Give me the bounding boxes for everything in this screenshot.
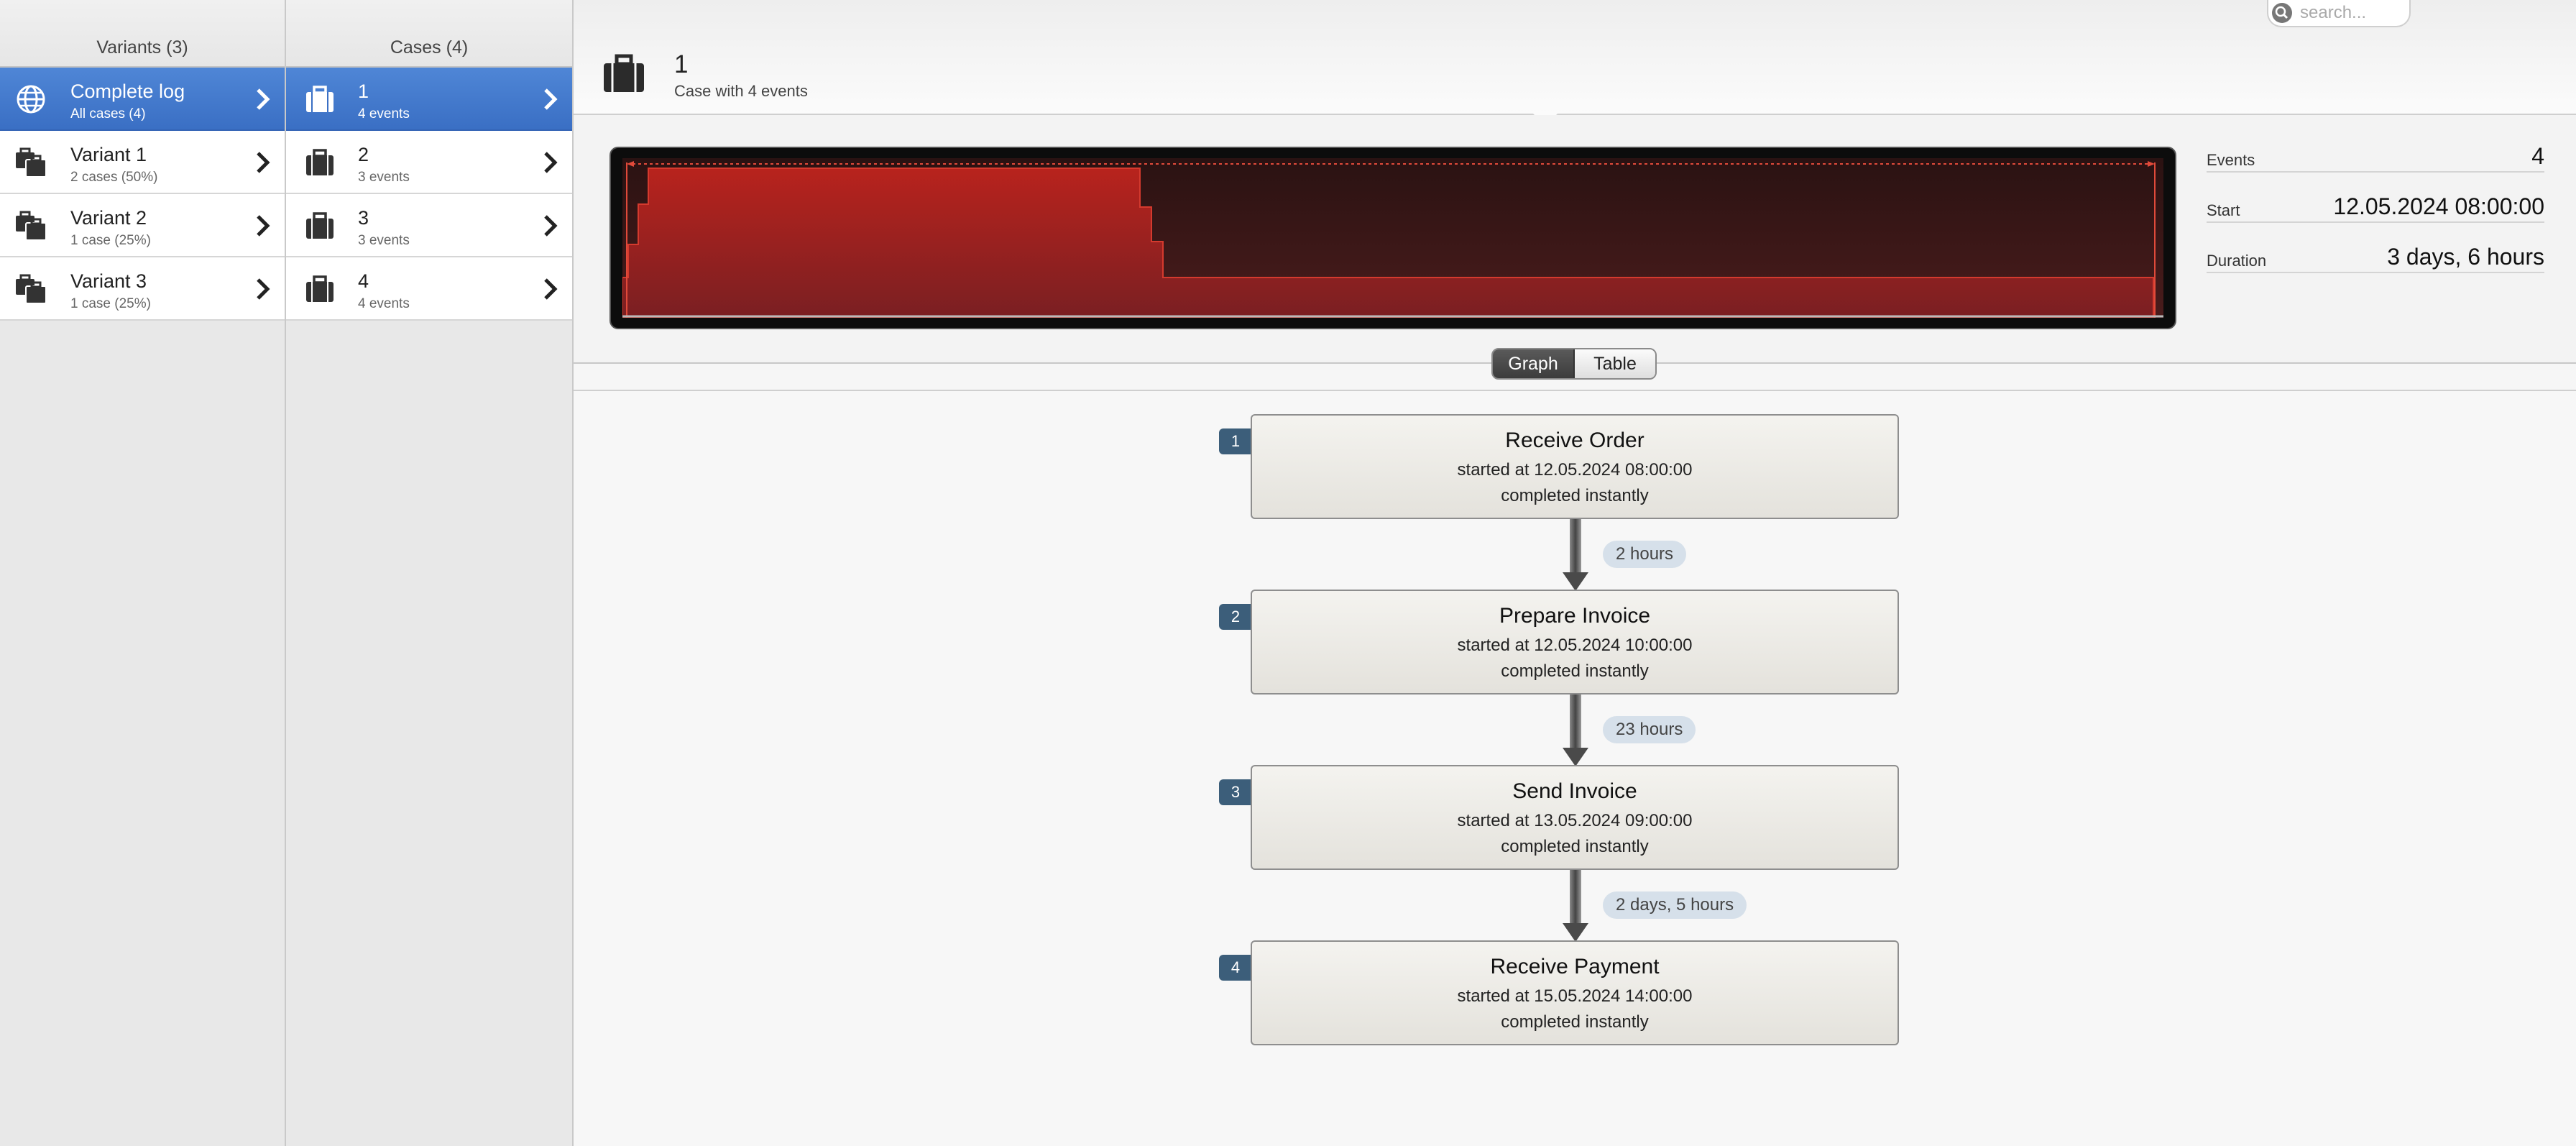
chevron-right-icon <box>254 150 272 175</box>
duration-label: 23 hours <box>1603 716 1696 743</box>
case-detail-panel: 1 Case with 4 events search... Events 4 … <box>574 0 2576 1146</box>
view-toggle: Graph Table <box>1491 348 1657 380</box>
variant-title: Variant 1 <box>70 144 147 165</box>
event-index-badge: 3 <box>1219 779 1252 805</box>
connector-arrow <box>1558 870 1593 942</box>
event-completion: completed instantly <box>1501 486 1649 505</box>
event-index-badge: 4 <box>1219 955 1252 981</box>
event-index-badge: 1 <box>1219 428 1252 454</box>
variant-title: Variant 3 <box>70 270 147 292</box>
briefcases-icon <box>14 210 47 242</box>
case-overview: Events 4 Start 12.05.2024 08:00:00 Durat… <box>574 115 2576 364</box>
event-start: started at 12.05.2024 08:00:00 <box>1457 460 1693 480</box>
event-node-send-invoice[interactable]: Send Invoice started at 13.05.2024 09:00… <box>1251 765 1899 870</box>
case-title: 4 <box>358 270 369 292</box>
stat-events-value: 4 <box>2531 143 2544 169</box>
case-title: 1 <box>358 81 369 102</box>
event-name: Receive Payment <box>1490 955 1660 978</box>
event-index-badge: 2 <box>1219 604 1252 630</box>
event-start: started at 15.05.2024 14:00:00 <box>1457 986 1693 1006</box>
case-subtitle: 4 events <box>358 106 410 122</box>
event-name: Receive Order <box>1505 428 1644 452</box>
stat-duration-value: 3 days, 6 hours <box>2387 244 2544 270</box>
process-graph: 1 Receive Order started at 12.05.2024 08… <box>574 390 2576 1146</box>
case-title: 1 <box>674 50 689 78</box>
connector-arrow <box>1558 519 1593 591</box>
case-timeline[interactable] <box>610 147 2176 329</box>
stat-start-label: Start <box>2207 201 2240 219</box>
tab-graph[interactable]: Graph <box>1493 349 1575 378</box>
cases-header: Cases (4) <box>286 0 572 68</box>
event-node-receive-payment[interactable]: Receive Payment started at 15.05.2024 14… <box>1251 940 1899 1045</box>
event-node-receive-order[interactable]: Receive Order started at 12.05.2024 08:0… <box>1251 414 1899 519</box>
variant-subtitle: 1 case (25%) <box>70 296 151 311</box>
tab-table[interactable]: Table <box>1575 349 1655 378</box>
briefcase-icon <box>303 147 336 178</box>
briefcases-icon <box>14 147 47 178</box>
globe-icon <box>14 83 47 115</box>
chevron-right-icon <box>542 277 559 301</box>
chevron-right-icon <box>254 277 272 301</box>
variant-item-complete-log[interactable]: Complete log All cases (4) <box>0 68 285 131</box>
chevron-right-icon <box>542 87 559 111</box>
stat-duration-label: Duration <box>2207 252 2267 270</box>
case-title: 3 <box>358 207 369 229</box>
case-item-2[interactable]: 2 3 events <box>286 131 572 194</box>
event-name: Prepare Invoice <box>1499 604 1651 628</box>
event-completion: completed instantly <box>1501 1012 1649 1032</box>
briefcase-icon <box>303 210 336 242</box>
variant-item-1[interactable]: Variant 1 2 cases (50%) <box>0 131 285 194</box>
duration-label: 2 hours <box>1603 541 1687 568</box>
case-subtitle: Case with 4 events <box>674 82 808 100</box>
event-node-prepare-invoice[interactable]: Prepare Invoice started at 12.05.2024 10… <box>1251 590 1899 695</box>
stat-events: Events 4 <box>2207 143 2544 173</box>
variant-item-3[interactable]: Variant 3 1 case (25%) <box>0 257 285 321</box>
event-start: started at 13.05.2024 09:00:00 <box>1457 811 1693 830</box>
event-completion: completed instantly <box>1501 837 1649 856</box>
variant-subtitle: 2 cases (50%) <box>70 170 158 185</box>
duration-label: 2 days, 5 hours <box>1603 891 1747 919</box>
case-title: 2 <box>358 144 369 165</box>
search-input[interactable] <box>2300 1 2408 24</box>
chevron-right-icon <box>254 87 272 111</box>
variant-subtitle: 1 case (25%) <box>70 233 151 248</box>
variant-item-2[interactable]: Variant 2 1 case (25%) <box>0 194 285 257</box>
connector-arrow <box>1558 695 1593 766</box>
timeline-chart <box>622 158 2163 318</box>
case-subtitle: 4 events <box>358 296 410 311</box>
briefcase-icon <box>303 273 336 305</box>
case-subtitle: 3 events <box>358 170 410 185</box>
chevron-right-icon <box>542 150 559 175</box>
stat-duration: Duration 3 days, 6 hours <box>2207 244 2544 273</box>
chevron-right-icon <box>254 214 272 238</box>
event-start: started at 12.05.2024 10:00:00 <box>1457 636 1693 655</box>
cases-panel: Cases (4) 1 4 events 2 3 events 3 3 even… <box>286 0 574 1146</box>
briefcases-icon <box>14 273 47 305</box>
briefcase-icon <box>601 52 647 95</box>
variant-title: Complete log <box>70 81 185 102</box>
case-item-1[interactable]: 1 4 events <box>286 68 572 131</box>
event-name: Send Invoice <box>1512 779 1637 803</box>
variants-panel: Variants (3) Complete log All cases (4) … <box>0 0 286 1146</box>
stat-start: Start 12.05.2024 08:00:00 <box>2207 193 2544 223</box>
event-completion: completed instantly <box>1501 661 1649 681</box>
case-item-3[interactable]: 3 3 events <box>286 194 572 257</box>
case-subtitle: 3 events <box>358 233 410 248</box>
search-icon[interactable] <box>2271 1 2294 24</box>
variant-title: Variant 2 <box>70 207 147 229</box>
briefcase-icon <box>303 83 336 115</box>
case-item-4[interactable]: 4 4 events <box>286 257 572 321</box>
stat-events-label: Events <box>2207 151 2255 169</box>
case-header: 1 Case with 4 events <box>574 0 2576 128</box>
variants-header: Variants (3) <box>0 0 285 68</box>
stat-start-value: 12.05.2024 08:00:00 <box>2333 193 2544 219</box>
variant-subtitle: All cases (4) <box>70 106 146 122</box>
chevron-right-icon <box>542 214 559 238</box>
